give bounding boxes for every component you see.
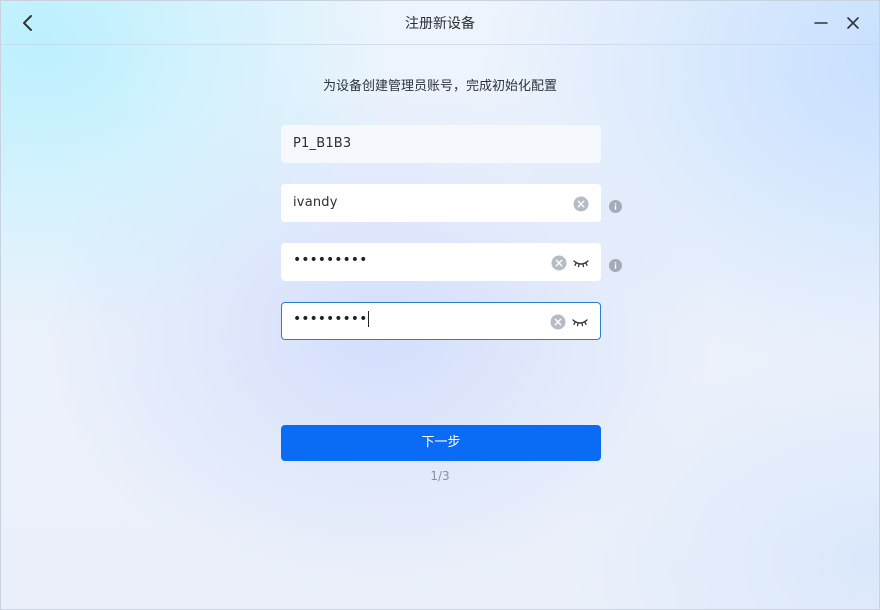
close-icon <box>847 17 859 29</box>
confirm-password-field[interactable]: ••••••••• <box>281 302 601 340</box>
username-info-icon[interactable] <box>609 198 622 213</box>
text-caret <box>368 311 370 327</box>
password-info-icon[interactable] <box>609 257 622 272</box>
device-name-field[interactable]: P1_B1B3 <box>281 125 601 163</box>
confirm-password-visibility-toggle[interactable] <box>571 314 589 330</box>
password-value: ••••••••• <box>293 252 368 268</box>
eye-closed-icon <box>573 260 589 268</box>
minimize-button[interactable] <box>809 11 833 35</box>
password-field[interactable]: ••••••••• <box>281 243 601 281</box>
register-device-window: 注册新设备 为设备创建管理员账号，完成初始化配置 P1_B1B3 ivandy <box>0 0 880 610</box>
confirm-password-value: ••••••••• <box>293 311 370 327</box>
eye-closed-icon <box>572 319 588 327</box>
title-bar: 注册新设备 <box>1 1 879 45</box>
next-button[interactable]: 下一步 <box>281 425 601 461</box>
clear-circle-icon <box>550 314 566 330</box>
window-title: 注册新设备 <box>405 16 475 32</box>
step-indicator: 1/3 <box>430 469 450 483</box>
clear-circle-icon <box>551 255 567 271</box>
minimize-icon <box>814 22 828 24</box>
username-clear-button[interactable] <box>573 196 589 212</box>
username-field[interactable]: ivandy <box>281 184 601 222</box>
password-clear-button[interactable] <box>551 255 567 271</box>
password-visibility-toggle[interactable] <box>572 255 590 271</box>
page-subtitle: 为设备创建管理员账号，完成初始化配置 <box>322 79 557 94</box>
close-button[interactable] <box>841 11 865 35</box>
clear-circle-icon <box>573 196 589 212</box>
device-name-value: P1_B1B3 <box>293 136 352 151</box>
username-value: ivandy <box>293 195 338 210</box>
confirm-password-clear-button[interactable] <box>550 314 566 330</box>
